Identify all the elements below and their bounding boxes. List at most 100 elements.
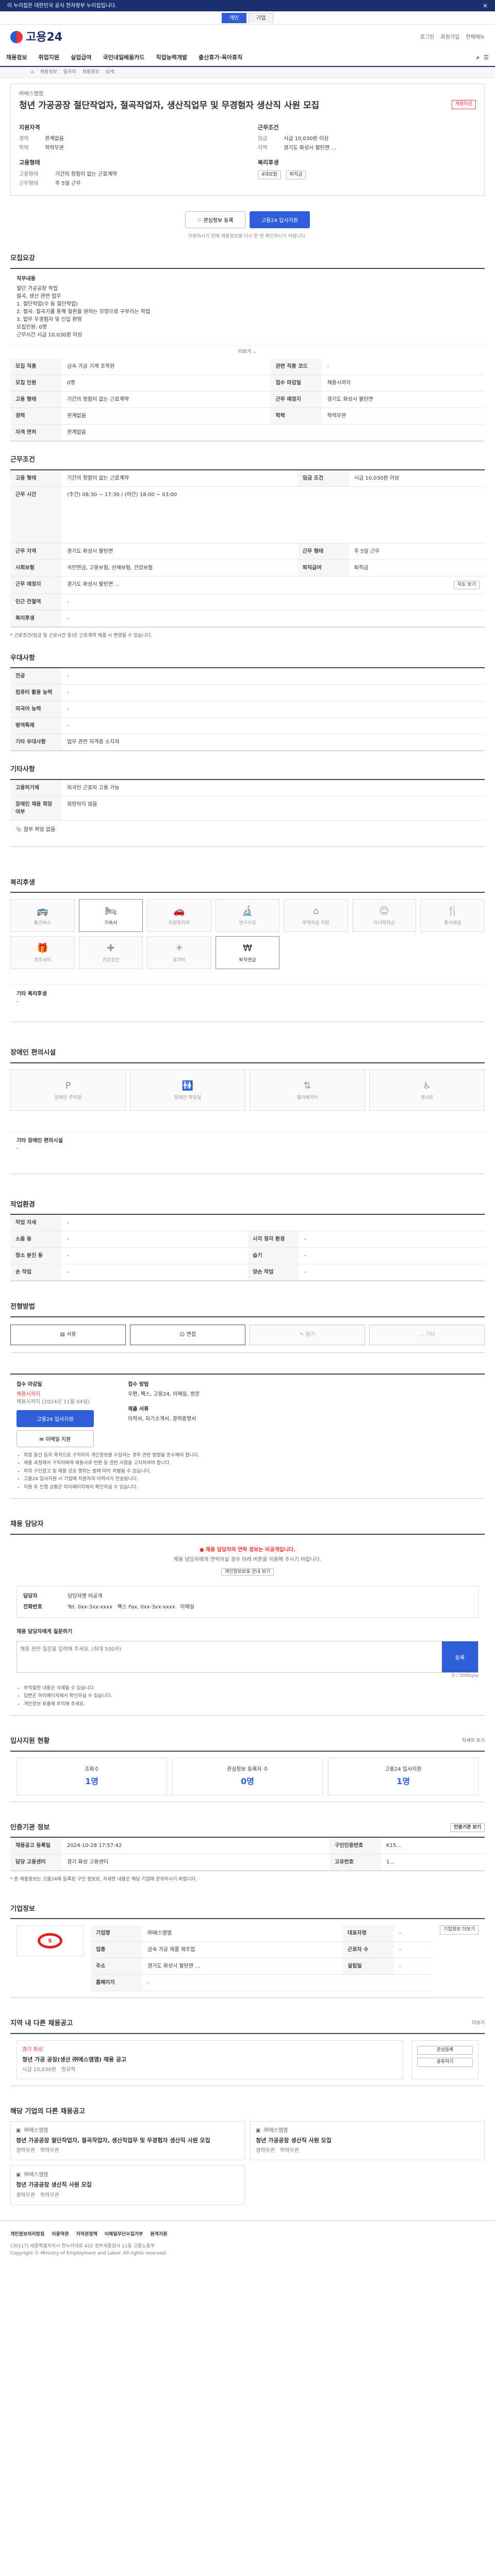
contact-email-label: 이메일 xyxy=(180,1604,194,1611)
footer-copyright: Copyright © Ministry of Employment and L… xyxy=(10,2250,167,2256)
breadcrumb-item[interactable]: 일자리 xyxy=(63,69,76,76)
map-button[interactable]: 지도 보기 xyxy=(454,580,480,590)
section-title: 모집요강 xyxy=(10,255,35,263)
chevron-down-icon: ⌄ xyxy=(253,349,257,354)
card-company: ㈜에스엠엠 xyxy=(24,2127,48,2133)
nav-item-leave[interactable]: 출산휴가·육아휴직 xyxy=(199,54,242,62)
share-button[interactable]: 공유하기 xyxy=(417,2058,473,2067)
document-icon: ▤ xyxy=(60,1332,67,1338)
tab-company[interactable]: 기업 xyxy=(249,12,274,23)
footer-link[interactable]: 이메일무단수집거부 xyxy=(105,2231,143,2239)
qa-input[interactable] xyxy=(17,1641,442,1673)
bus-icon: 🚌 xyxy=(37,906,48,917)
contact-alert: ● 채용 담당자의 연락 정보는 비공개입니다. 채용 담당자에게 연락하실 경… xyxy=(16,1541,478,1581)
meal-icon: 🍴 xyxy=(447,906,458,917)
facility-item: ⌂ 주택자금 지원 xyxy=(284,899,348,933)
duty-line: 절곡, 생산 관련 업무 xyxy=(16,293,61,299)
restroom-icon: 🚻 xyxy=(182,1080,194,1091)
qa-count: 0 / 500byte xyxy=(452,1673,478,1679)
table-row: 컴퓨터 활용 능력 - xyxy=(10,684,485,702)
summary-key: 경력 xyxy=(19,136,29,142)
menu-icon[interactable]: ☰ xyxy=(484,54,489,62)
qa-box: 등록 xyxy=(16,1641,478,1673)
nav-item-training-card[interactable]: 국민내일배움카드 xyxy=(103,54,144,62)
stats-more-link[interactable]: 자세히 보기 xyxy=(462,1738,485,1745)
breadcrumb-item[interactable]: 채용정보 xyxy=(82,69,100,76)
stat-value: 1명 xyxy=(397,1776,410,1786)
table-row: 소음 등 - 시각 청각 환경 - xyxy=(10,1231,485,1248)
search-icon[interactable]: ⌕ xyxy=(476,54,480,62)
footer-link[interactable]: 원격지원 xyxy=(150,2231,167,2239)
close-icon[interactable]: × xyxy=(483,1,488,10)
footer-link[interactable]: 저작권정책 xyxy=(76,2231,97,2239)
disabled-facilities-grid: P 장애인 주차장 🚻 장애인 화장실 ⇅ 엘리베이터 ♿ 경사로 xyxy=(10,1069,485,1111)
info-more-button[interactable]: 인증기관 보기 xyxy=(450,1823,485,1833)
tab-personal[interactable]: 개인 xyxy=(221,12,246,23)
privacy-guide-button[interactable]: 개인정보보호 안내 보기 xyxy=(221,1568,274,1575)
footer-link[interactable]: 이용약관 xyxy=(52,2231,69,2239)
card-company: 경기 화성 xyxy=(22,2046,43,2053)
row-key: 인근 전철역 xyxy=(10,594,62,611)
table-row: 손 작업 - 양손 작업 - xyxy=(10,1264,485,1281)
scrap-button[interactable]: ♡ 관심정보 등록 xyxy=(185,211,245,228)
company-more-button[interactable]: 기업정보 더보기 xyxy=(440,1925,478,1935)
breadcrumb-item[interactable]: 채용정보 xyxy=(40,69,57,76)
user-type-tabs: 개인 기업 xyxy=(0,11,495,25)
selection-label: 서류 xyxy=(67,1332,76,1338)
selection-item: ▤ 서류 xyxy=(10,1324,126,1345)
card-company: ㈜에스엠엠 xyxy=(24,2172,48,2178)
table-row: 근무 시간 (주간) 08:30 ~ 17:30 / (야간) 18:00 ~ 0… xyxy=(10,486,485,544)
home-icon[interactable]: ⌂ xyxy=(31,69,34,76)
row-value: 주 5일 근무 xyxy=(349,543,485,560)
nav-item-skills[interactable]: 직업능력개발 xyxy=(156,54,187,62)
nav-item-support[interactable]: 취업지원 xyxy=(38,54,59,62)
contact-fax-label: 팩스 xyxy=(117,1604,127,1611)
other-job-card[interactable]: ▣ ㈜에스엠엠 청년 가공공장 생산직 사원 모집 경력무관 학력무관 xyxy=(10,2165,245,2205)
table-row: 작업 자세 - xyxy=(10,1215,485,1232)
apply-notice: 지원하시기 전에 채용정보를 다시 한 번 확인하시기 바랍니다. xyxy=(188,233,307,239)
apply-button-2[interactable]: 고용24 입사지원 xyxy=(16,1410,94,1427)
row-value: - xyxy=(62,701,485,718)
employment-heading: 고용형태 xyxy=(19,159,40,166)
interview-icon: ☺ xyxy=(179,1332,187,1338)
table-row: 근무 예정지 경기도 화성시 팔탄면 ... 지도 보기 xyxy=(10,576,485,595)
other-job-card[interactable]: ▣ ㈜에스엠엠 청년 가공공장 생산직 사원 모집 경력무관 학력무관 xyxy=(250,2121,485,2161)
other-job-card[interactable]: ▣ ㈜에스엠엠 청년 가공공장 절단작업자, 절곡작업자, 생산직업무 및 무경험… xyxy=(10,2121,245,2161)
other-jobs-grid: ▣ ㈜에스엠엠 청년 가공공장 절단작업자, 절곡작업자, 생산직업무 및 무경험… xyxy=(10,2121,485,2205)
apply-button[interactable]: 고용24 입사지원 xyxy=(249,211,310,228)
row-key: 주소 xyxy=(91,1958,142,1975)
similar-card[interactable]: 경기 화성 청년 가공 공장(생산 ㈜에스엠엠) 채용 공고 시급 10,030… xyxy=(16,2040,403,2080)
row-value: K15... xyxy=(381,1838,485,1855)
row-key: 퇴직급여 xyxy=(297,560,349,577)
facility-label: 장애인 화장실 xyxy=(174,1095,202,1100)
company-name[interactable]: ㈜에스엠엠 xyxy=(19,90,476,98)
email-apply-button[interactable]: ✉ 이메일 지원 xyxy=(16,1430,94,1447)
section-title: 기타사항 xyxy=(10,766,35,774)
table-row: 홈페이지 - xyxy=(91,1974,433,1992)
attachment-row: 📎 첨부 파일 없음 xyxy=(10,821,485,846)
signup-link[interactable]: 회원가입 xyxy=(440,33,459,41)
row-key: 습기 xyxy=(248,1247,299,1265)
nav-item-unemployment[interactable]: 실업급여 xyxy=(71,54,91,62)
preferences-section: 우대사항 전공 - 컴퓨터 활용 능력 - 외국어 능력 - 병역특례 - 기타 우대사… xyxy=(10,653,485,752)
heart-icon: ♡ xyxy=(197,217,204,224)
row-key: 외국어 능력 xyxy=(10,701,62,718)
similar-more-link[interactable]: 더보기 xyxy=(472,2020,485,2027)
all-menu-link[interactable]: 전체메뉴 xyxy=(466,33,485,41)
expand-button[interactable]: 더보기 ⌄ xyxy=(10,345,485,359)
recruit-section: 모집요강 직무내용 절단 가공공장 작업 절곡, 생산 관련 업무 1. 절단작… xyxy=(10,253,485,442)
login-link[interactable]: 로그인 xyxy=(420,33,435,41)
contact-fax: Fax. 0xx-3xx-xxxx xyxy=(128,1604,175,1611)
qa-submit-button[interactable]: 등록 xyxy=(442,1641,478,1673)
nav-item-jobs[interactable]: 채용정보 xyxy=(6,54,27,62)
row-key: 복리후생 xyxy=(10,610,62,628)
scrap-label: 관심정보 등록 xyxy=(203,217,234,224)
gov-notice-bar: 이 누리집은 대한민국 공식 전자정부 누리집입니다. × xyxy=(0,0,495,11)
row-value: 경기도 화성시 팔탄면 ... xyxy=(142,1958,342,1975)
footer-link[interactable]: 개인정보처리방침 xyxy=(10,2231,44,2239)
facility-label: 장애인 주차장 xyxy=(54,1095,82,1100)
site-logo[interactable]: 고용24 xyxy=(10,29,62,46)
selection-section: 전형방법 ▤ 서류 ☺ 면접 ✎ 필기 … 기타 xyxy=(10,1302,485,1353)
bookmark-button[interactable]: 관심등록 xyxy=(417,2045,473,2055)
row-key: 장애인 채용 희망 여부 xyxy=(10,796,62,821)
